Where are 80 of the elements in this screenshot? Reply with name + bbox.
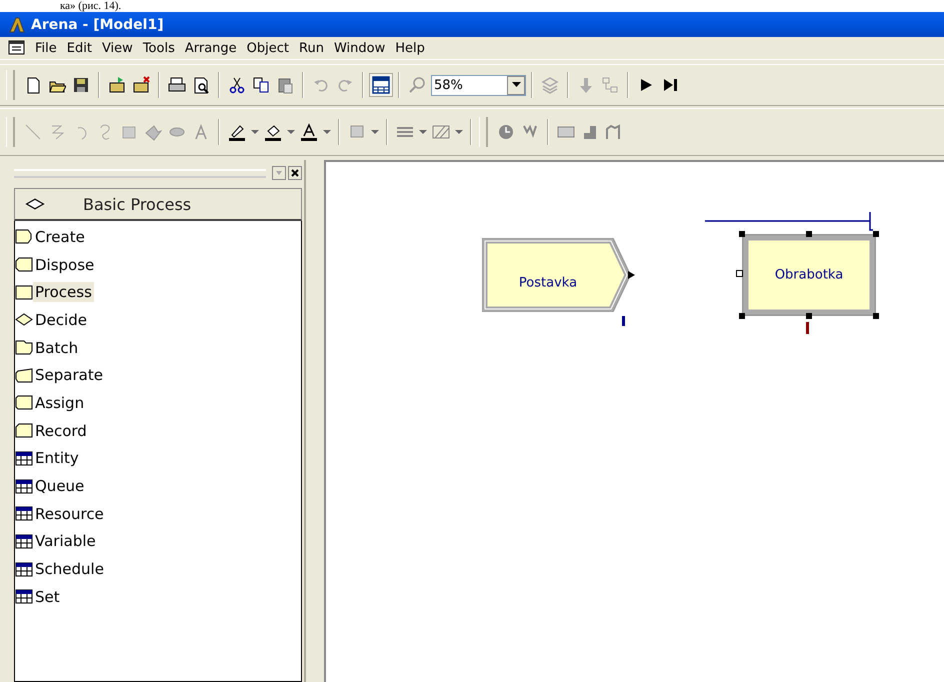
module-list-item[interactable]: Resource [33,504,106,524]
entry-point-icon [736,270,743,277]
caret-icon[interactable] [419,130,427,134]
selection-handle[interactable] [873,313,879,319]
module-list-item[interactable]: Assign [33,392,86,413]
panel-grip[interactable] [14,168,266,178]
menu-item[interactable]: Window [328,40,390,56]
menu-item[interactable]: View [96,40,138,56]
module-list-item[interactable]: Decide [33,310,89,330]
line-color-icon[interactable] [228,123,246,141]
menu-item[interactable]: Run [294,40,329,56]
hatch-pattern-icon[interactable] [432,123,450,141]
menu-item[interactable]: Edit [62,40,97,56]
menu-item[interactable]: Tools [138,40,180,56]
layers-icon[interactable] [541,76,559,94]
selection-handle[interactable] [806,231,812,237]
toolbar-grip[interactable] [6,117,15,147]
module-list-item[interactable]: Entity [33,448,81,468]
selection-handle[interactable] [873,231,879,237]
histogram-icon[interactable] [605,123,623,141]
zoom-dropdown[interactable]: 58% [431,74,526,96]
zoom-icon[interactable] [408,76,426,94]
folder-cross-icon[interactable] [132,76,150,94]
app-logo-icon [8,16,26,34]
selection-handle[interactable] [739,231,745,237]
exit-point-icon [628,271,636,279]
close-button[interactable] [288,166,302,180]
panel-title: Basic Process [83,194,192,214]
caret-icon[interactable] [323,130,331,134]
window-layout-icon[interactable] [372,76,390,94]
step-icon[interactable] [661,76,679,94]
module-list-item[interactable]: Set [33,586,62,607]
module-list-item[interactable]: Queue [33,476,86,496]
caret-icon[interactable] [371,130,379,134]
text-color-icon[interactable] [300,123,318,141]
paste-icon[interactable] [276,76,294,94]
menu-item[interactable]: Object [242,40,294,56]
print-icon[interactable] [168,76,186,94]
caret-icon[interactable] [251,130,259,134]
diamond-icon [25,198,45,210]
clock-icon[interactable] [497,123,515,141]
window-title: Arena - [Model1] [31,16,164,32]
module-label: Obrabotka [774,268,844,282]
module-list-item[interactable]: Separate [33,365,105,386]
selection-handle[interactable] [739,313,745,319]
level-icon[interactable] [581,123,599,141]
line-icon[interactable] [24,123,42,141]
caret-icon[interactable] [287,130,295,134]
menu-item[interactable]: Help [390,40,430,56]
model-canvas[interactable]: Postavka Obrabotka [324,160,944,682]
selection-handle[interactable] [806,313,812,319]
polygon-icon[interactable] [144,123,162,141]
module-list-item[interactable]: Record [33,420,89,441]
module-list-item[interactable]: Variable [33,531,98,552]
panel-header[interactable]: Basic Process [14,188,302,221]
process-module[interactable] [742,234,876,316]
module-list-item[interactable]: Dispose [33,254,96,275]
module-list-item[interactable]: Schedule [33,559,106,580]
module-label: Postavka [518,276,578,290]
caret-icon[interactable] [455,130,463,134]
print-preview-icon[interactable] [192,76,210,94]
animation-marker [622,316,626,326]
connector-icon[interactable] [601,76,619,94]
toolbar-grip[interactable] [479,117,488,147]
toolbar-grip[interactable] [6,70,15,100]
module-list-item[interactable]: Batch [33,338,80,358]
module-list-item[interactable]: Process [33,282,94,302]
arrow-down-icon[interactable] [577,76,595,94]
folder-arrow-icon[interactable] [108,76,126,94]
fill-color-icon[interactable] [264,123,282,141]
save-icon[interactable] [72,76,90,94]
animation-marker [806,322,810,334]
caption-text: ка» (рис. 14). [60,0,122,12]
document-icon[interactable] [8,39,26,57]
caret-icon [512,82,520,88]
copy-icon[interactable] [252,76,270,94]
module-list-item[interactable]: Create [33,226,87,247]
menu-item[interactable]: File [30,40,62,56]
cut-icon[interactable] [228,76,246,94]
menu-item[interactable]: Arrange [180,40,242,56]
